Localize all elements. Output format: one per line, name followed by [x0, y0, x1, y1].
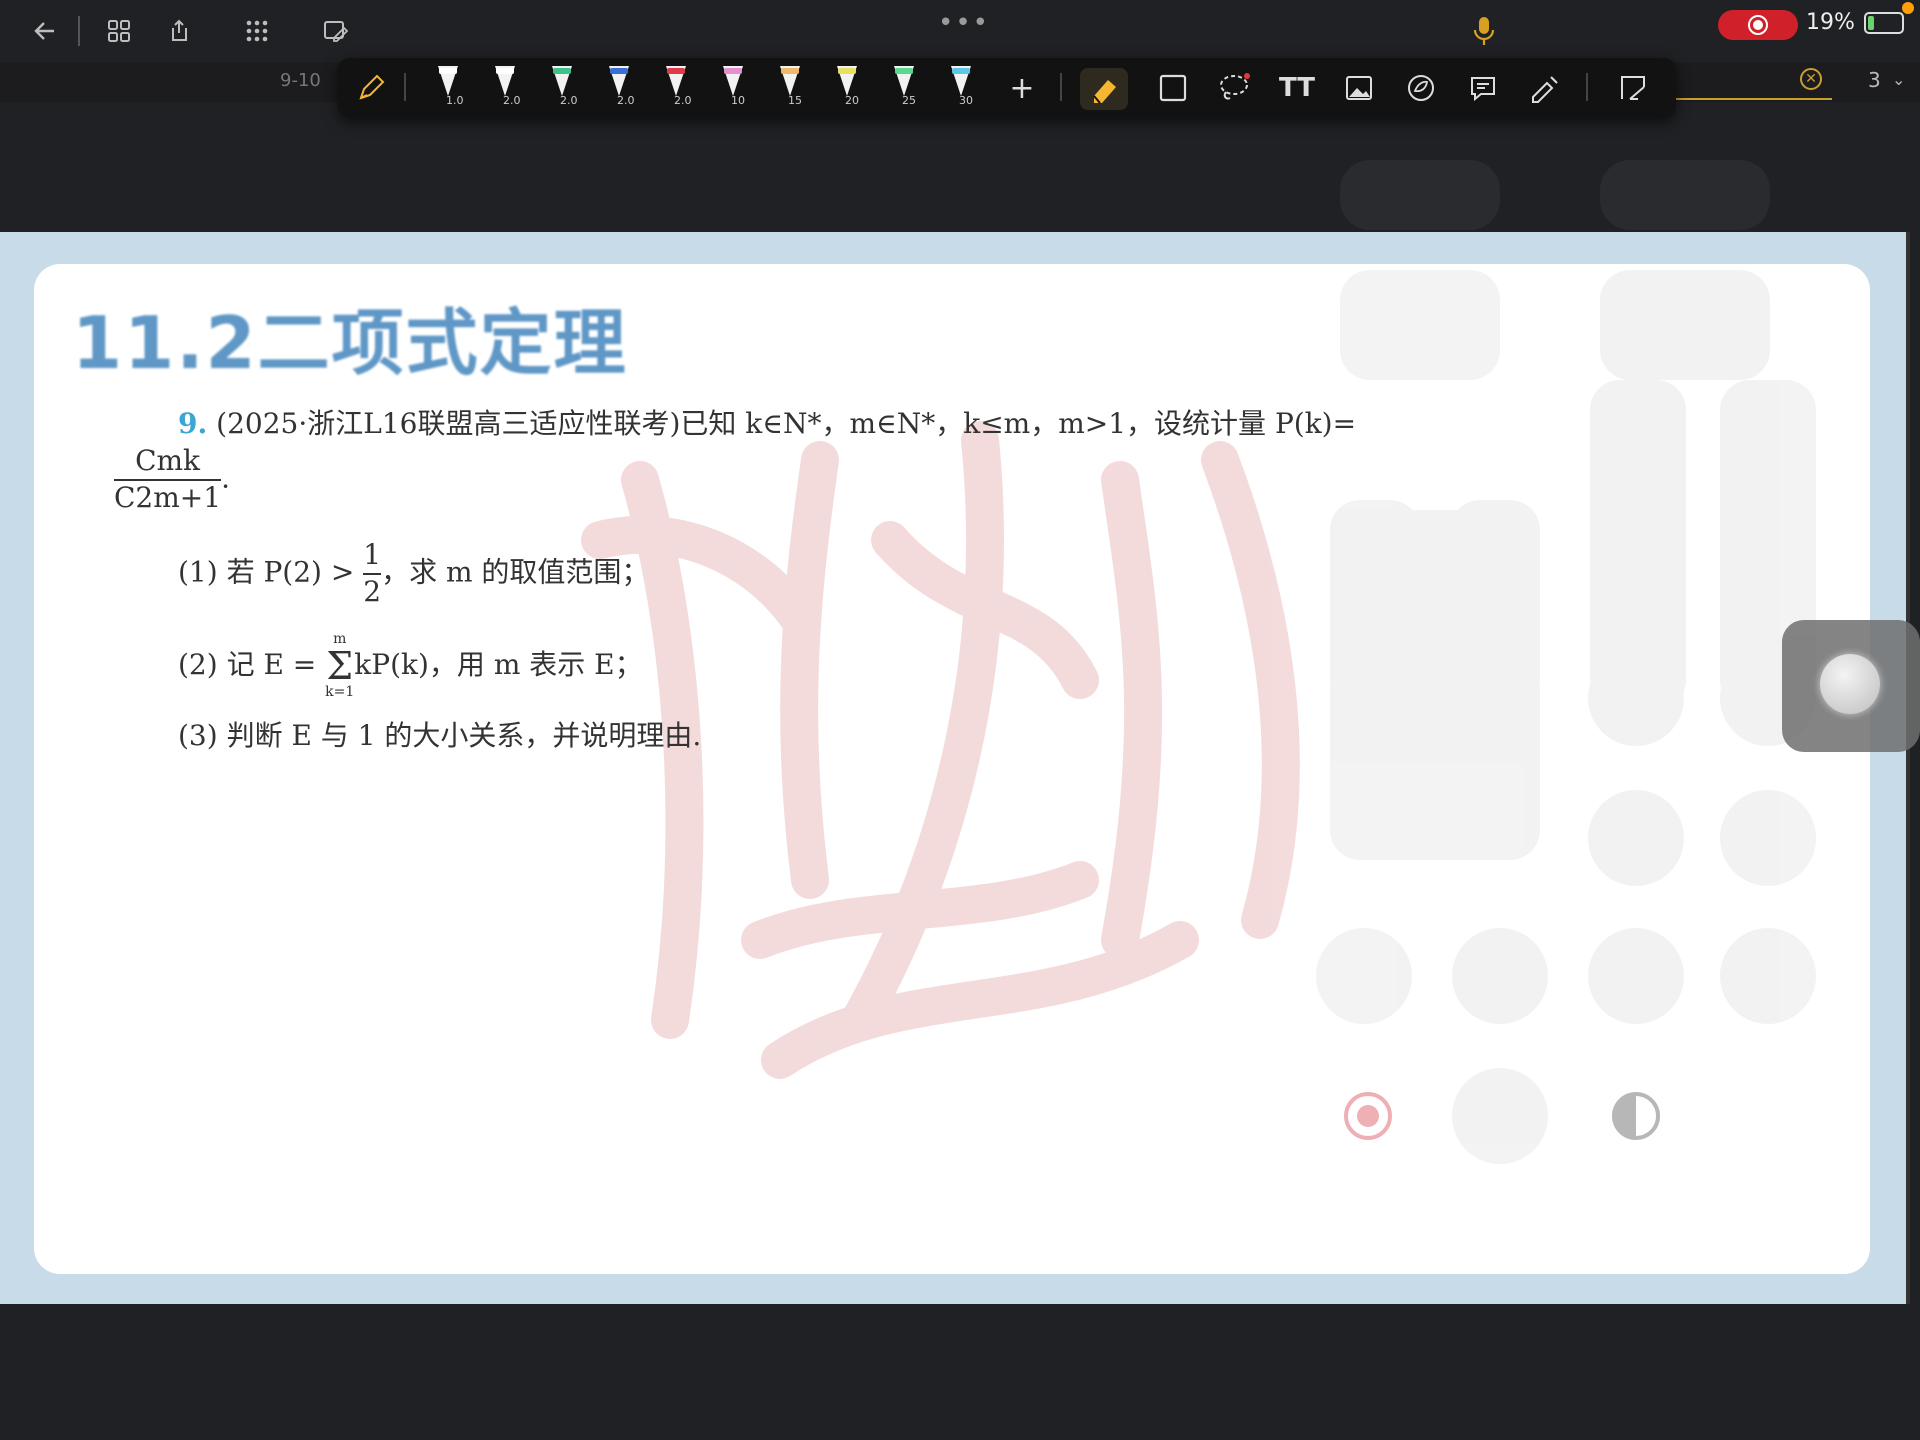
question-text: (2025·浙江L16联盟高三适应性联考)已知 k∈N*，m∈N*，k≤m，m>…: [216, 407, 1357, 440]
question-part-1: (1) 若 P(2) > 1 2 ，求 m 的取值范围；: [178, 538, 650, 608]
pen-preset-10[interactable]: 30: [939, 64, 979, 114]
pen-color-band: [781, 68, 799, 74]
assistive-touch-button[interactable]: [1782, 620, 1920, 752]
grid-view-icon[interactable]: [102, 14, 136, 48]
pen-color-band: [724, 68, 742, 74]
part-1-suffix: ，求 m 的取值范围；: [381, 555, 650, 589]
fraction-numerator: Cmk: [135, 444, 201, 477]
statistic-formula: Cmk C2m+1 .: [114, 444, 230, 514]
microphone-icon: [1470, 14, 1498, 48]
fraction: Cmk C2m+1: [114, 444, 222, 514]
section-title: 11.2二项式定理: [72, 301, 628, 385]
pen-color-band: [895, 68, 913, 74]
toolbar-collapse-icon[interactable]: [1608, 58, 1658, 118]
pen-preset-8[interactable]: 20: [825, 64, 865, 114]
fraction-denominator: 2: [363, 574, 382, 608]
image-icon[interactable]: [1334, 58, 1384, 118]
pen-color-band: [838, 68, 856, 74]
summation: m Σ k=1: [325, 631, 355, 701]
chevron-down-icon[interactable]: ⌄: [1892, 70, 1905, 89]
divider: [78, 16, 80, 46]
divider: [404, 73, 406, 101]
pen-color-band: [553, 68, 571, 74]
pen-preset-9[interactable]: 25: [882, 64, 922, 114]
battery-level-fill: [1868, 16, 1874, 30]
pen-size-label: 30: [959, 94, 973, 107]
pen-preset-3[interactable]: 2.0: [540, 64, 580, 114]
pen-size-label: 2.0: [674, 94, 692, 107]
fraction-denominator: C2m+1: [114, 480, 222, 514]
pen-size-label: 25: [902, 94, 916, 107]
sigma-symbol: Σ: [326, 644, 354, 689]
sticker-icon[interactable]: [1396, 58, 1446, 118]
question-part-2: (2) 记 E = m Σ k=1 kP(k)，用 m 表示 E；: [178, 631, 643, 701]
part-2-suffix: kP(k)，用 m 表示 E；: [354, 647, 643, 681]
pen-preset-7[interactable]: 15: [768, 64, 808, 114]
question-number: 9.: [178, 407, 208, 440]
pen-color-band: [952, 68, 970, 74]
scrollbar[interactable]: [1906, 232, 1910, 1304]
screen-recording-indicator[interactable]: [1718, 10, 1798, 40]
pen-preset-4[interactable]: 2.0: [597, 64, 637, 114]
shape-rectangle-icon[interactable]: [1148, 58, 1198, 118]
pen-size-label: 20: [845, 94, 859, 107]
formula-tail: .: [221, 461, 230, 495]
pen-preset-2[interactable]: 2.0: [483, 64, 523, 114]
record-icon: [1748, 15, 1768, 35]
bottom-area: [0, 1304, 1920, 1440]
pen-size-label: 1.0: [446, 94, 464, 107]
edit-document-icon[interactable]: [318, 14, 352, 48]
back-arrow-icon[interactable]: [28, 14, 62, 48]
watermark-calligraphy: [581, 421, 1300, 1079]
question-line-1: 9. (2025·浙江L16联盟高三适应性联考)已知 k∈N*，m∈N*，k≤m…: [178, 402, 1356, 442]
divider: [1586, 73, 1588, 101]
search-field-underline: [1676, 98, 1832, 100]
apps-grid-icon[interactable]: [240, 14, 274, 48]
privacy-indicator-dot: [1902, 2, 1914, 14]
pen-size-label: 2.0: [503, 94, 521, 107]
text-tool-icon[interactable]: TT: [1272, 58, 1322, 118]
laser-pointer-icon[interactable]: [1520, 58, 1570, 118]
pen-color-band: [610, 68, 628, 74]
divider: [1060, 73, 1062, 101]
pen-preset-6[interactable]: 10: [711, 64, 751, 114]
sum-lower-limit: k=1: [325, 684, 355, 701]
close-icon[interactable]: ✕: [1800, 68, 1822, 90]
document-tab-label[interactable]: 9-10: [280, 70, 321, 91]
page-number[interactable]: 3: [1868, 68, 1881, 92]
add-pen-button[interactable]: +: [1002, 58, 1042, 118]
screen-record-control-icon[interactable]: [1320, 1068, 1416, 1164]
pen-size-label: 10: [731, 94, 745, 107]
control-center-overlay: [1310, 120, 1830, 1164]
share-icon[interactable]: [162, 14, 196, 48]
dark-mode-control-icon[interactable]: [1588, 1068, 1684, 1164]
battery-percentage: 19%: [1806, 10, 1855, 35]
pen-size-label: 2.0: [560, 94, 578, 107]
pen-preset-1[interactable]: 1.0: [426, 64, 466, 114]
annotation-toolbar: 1.0 2.0 2.0 2.0 2.0 10 15 20 25 30 + TT: [338, 58, 1676, 118]
pencil-settings-icon[interactable]: [346, 58, 396, 118]
pen-size-label: 2.0: [617, 94, 635, 107]
comment-icon[interactable]: [1458, 58, 1508, 118]
more-options-dots[interactable]: •••: [938, 8, 990, 38]
fraction-one-half: 1 2: [363, 538, 382, 608]
pen-color-band: [439, 68, 457, 74]
eraser-icon: [1093, 80, 1116, 104]
part-2-prefix: (2) 记 E =: [178, 647, 317, 681]
lasso-icon[interactable]: [1210, 58, 1260, 118]
pen-color-band: [667, 68, 685, 74]
assistive-touch-icon: [1820, 654, 1880, 714]
battery-icon: [1864, 12, 1904, 34]
pen-preset-5[interactable]: 2.0: [654, 64, 694, 114]
question-part-3: (3) 判断 E 与 1 的大小关系，并说明理由.: [178, 719, 702, 752]
pen-color-band: [496, 68, 514, 74]
eraser-tool-selected[interactable]: [1080, 68, 1128, 110]
part-1-prefix: (1) 若 P(2) >: [178, 555, 355, 589]
fraction-numerator: 1: [363, 538, 382, 571]
pen-size-label: 15: [788, 94, 802, 107]
